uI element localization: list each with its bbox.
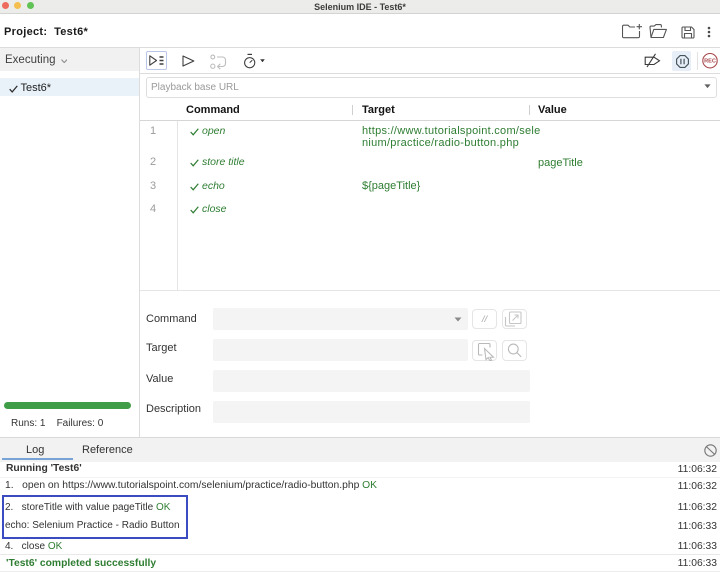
svg-text:REC: REC: [704, 59, 716, 65]
